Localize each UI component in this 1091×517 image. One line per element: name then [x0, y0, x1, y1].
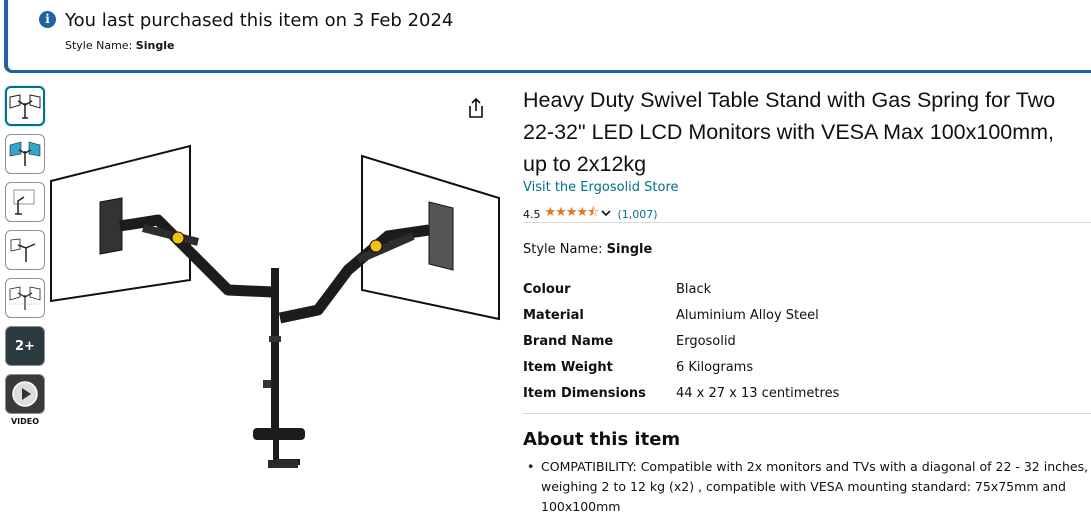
spec-value: 44 x 27 x 13 centimetres — [676, 386, 840, 401]
thumbnail-main[interactable] — [5, 86, 45, 126]
thumbnail-blue-monitors[interactable] — [5, 134, 45, 174]
about-section-title: About this item — [523, 429, 681, 450]
banner-style-line: Style Name: Single — [65, 39, 174, 52]
spec-key: Brand Name — [523, 334, 614, 349]
spec-key: Item Weight — [523, 360, 613, 375]
spec-value: 6 Kilograms — [676, 360, 754, 375]
arm-closeup-icon — [10, 238, 36, 262]
spec-value: Black — [676, 282, 712, 297]
product-title: Heavy Duty Swivel Table Stand with Gas S… — [523, 88, 1056, 176]
video-label: VIDEO — [10, 417, 40, 426]
ratings-count-link[interactable]: (1,007) — [617, 208, 657, 221]
dual-monitor-arm-icon — [9, 94, 41, 119]
spec-row-weight: Item Weight 6 Kilograms — [523, 360, 839, 386]
purchase-history-banner: i You last purchased this item on 3 Feb … — [4, 0, 1091, 73]
thumbnail-list: 2+ VIDEO — [5, 86, 45, 426]
spec-row-brand: Brand Name Ergosolid — [523, 334, 839, 360]
chevron-down-icon[interactable] — [601, 209, 612, 220]
play-icon — [12, 381, 38, 407]
info-icon: i — [39, 11, 56, 28]
thumbnail-video[interactable] — [5, 374, 45, 414]
purchase-message: You last purchased this item on 3 Feb 20… — [65, 10, 454, 31]
divider — [523, 413, 1091, 414]
blue-monitors-icon — [9, 141, 41, 166]
spec-value: Ergosolid — [676, 334, 736, 349]
product-specs-table: Colour Black Material Aluminium Alloy St… — [523, 282, 839, 412]
banner-style-label: Style Name: — [65, 39, 133, 52]
side-view-icon — [13, 189, 35, 215]
spec-key: Material — [523, 308, 584, 323]
style-name: Style Name: Single — [523, 242, 652, 257]
divider — [523, 222, 1091, 223]
spec-key: Colour — [523, 282, 571, 297]
banner-style-value: Single — [135, 39, 175, 52]
spec-row-material: Material Aluminium Alloy Steel — [523, 308, 839, 334]
style-name-label: Style Name: — [523, 242, 603, 257]
thumbnail-dimensions[interactable] — [5, 278, 45, 318]
spec-key: Item Dimensions — [523, 386, 646, 401]
thumbnail-arm-closeup[interactable] — [5, 230, 45, 270]
style-name-value: Single — [606, 242, 653, 257]
thumbnail-more-images[interactable]: 2+ — [5, 326, 45, 366]
list-item: COMPATIBILITY: Compatible with 2x monito… — [523, 457, 1091, 517]
spec-value: Aluminium Alloy Steel — [676, 308, 819, 323]
share-icon[interactable] — [466, 97, 486, 119]
spec-row-colour: Colour Black — [523, 282, 839, 308]
about-bullets: COMPATIBILITY: Compatible with 2x monito… — [523, 457, 1091, 517]
thumbnail-side-view[interactable] — [5, 182, 45, 222]
more-images-count: 2+ — [15, 338, 35, 354]
rating-value: 4.5 — [523, 207, 541, 221]
store-link[interactable]: Visit the Ergosolid Store — [523, 180, 679, 195]
spec-row-dimensions: Item Dimensions 44 x 27 x 13 centimetres — [523, 386, 839, 412]
product-image-main[interactable] — [48, 140, 503, 475]
dimensions-diagram-icon — [9, 286, 41, 310]
